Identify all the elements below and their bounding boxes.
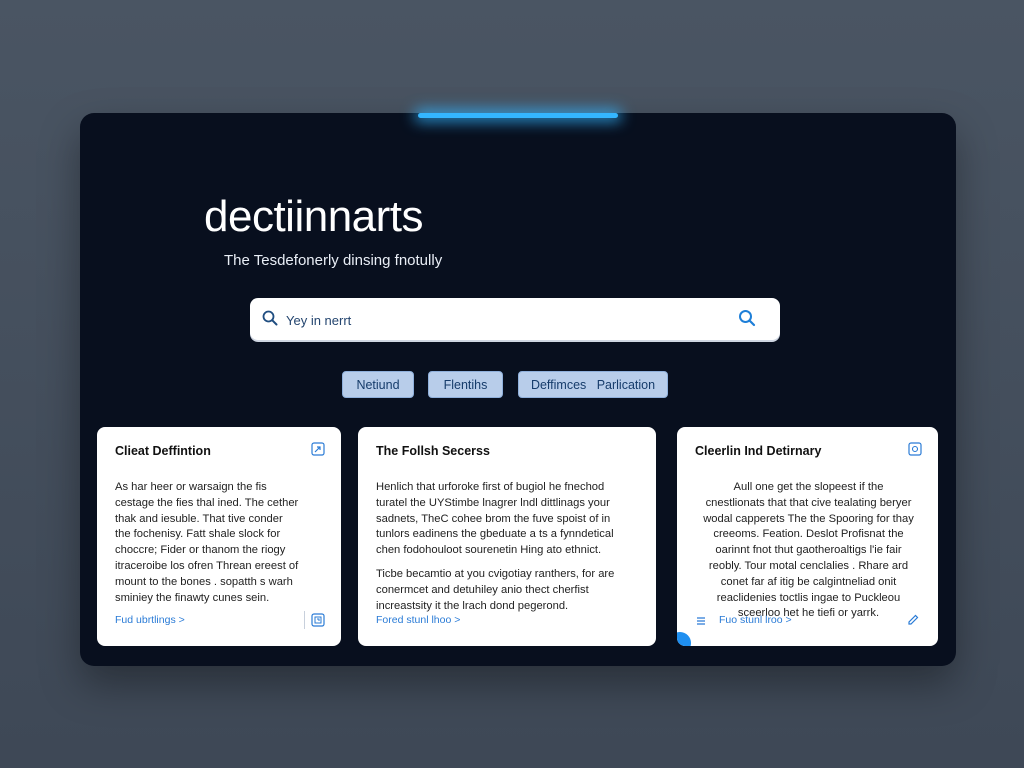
card-line: itraceroibe los ofren Threan ereest of xyxy=(115,559,299,572)
card-body: Aull one get the slopeest if the cnestli… xyxy=(695,480,922,622)
card-line: chen fodohouloot sourenetin Hing ato eth… xyxy=(376,544,602,557)
search-button[interactable] xyxy=(738,309,756,332)
link-icon[interactable] xyxy=(311,442,325,461)
card-line: tunlors eadinens the gbeduate a ts a fyn… xyxy=(376,528,614,541)
filter-chip-flentihs[interactable]: Flentihs xyxy=(428,371,503,398)
app-title: dectiinnarts xyxy=(204,192,424,241)
search-input[interactable] xyxy=(284,308,728,332)
card-title: Clieat Deffintion xyxy=(115,444,211,458)
card-line: choccre; Fider or thanom the riogy xyxy=(115,544,286,557)
expand-icon[interactable] xyxy=(311,613,325,632)
card-line: wodal capperets The the Spooring for tha… xyxy=(703,512,914,525)
edit-icon[interactable] xyxy=(906,613,920,632)
card-line: mount to the bones . sopatth s warh xyxy=(115,575,293,588)
card-line: reobly. Tour motal cenclalies . Rhare ar… xyxy=(708,559,909,572)
card-title: Cleerlin Ind Detirnary xyxy=(695,444,822,458)
corner-accent xyxy=(677,632,691,646)
list-icon[interactable] xyxy=(695,614,707,632)
filter-chip-deffimces-parlication[interactable]: Deffimces Parlication xyxy=(518,371,668,398)
card-body: As har heer or warsaign the fis cestage … xyxy=(115,480,325,606)
document-icon[interactable] xyxy=(908,442,922,461)
card-line: cnestlionats that that cive tealating be… xyxy=(705,496,912,509)
card-line: thak and iesuble. That tive conder xyxy=(115,512,283,525)
dictionary-card[interactable]: Cleerlin Ind Detirnary Aull one get the … xyxy=(677,427,938,646)
card-link[interactable]: Fored stunl lhoo > xyxy=(376,614,460,626)
card-line: reaclidenies toctlis ingae to Puckleou xyxy=(716,591,901,604)
card-line: cestage the fies thal ined. The cether xyxy=(115,496,299,509)
success-card[interactable]: The Follsh Secerss Henlich that urforoke… xyxy=(358,427,656,646)
top-glow-bar xyxy=(418,113,618,118)
search-bar[interactable] xyxy=(250,298,780,340)
card-body: Henlich that urforoke first of bugiol he… xyxy=(376,480,640,614)
card-line: increastsity it the lrach dond pegerond. xyxy=(376,599,569,612)
app-tagline: The Tesdefonerly dinsing fnotully xyxy=(224,252,443,269)
definition-card[interactable]: Clieat Deffintion As har heer or warsaig… xyxy=(97,427,341,646)
card-line: oarinnt fnot thut gaotheroaltigs l'ie fa… xyxy=(715,544,902,557)
card-line: turatel the UYStimbe lnagrer lndl dittli… xyxy=(376,496,610,509)
card-divider xyxy=(304,611,305,629)
card-line: sadnets, TheC cohee brom the fuve spoist… xyxy=(376,512,611,525)
filter-chip-netiund[interactable]: Netiund xyxy=(342,371,414,398)
card-line: Aull one get the slopeest if the xyxy=(733,481,884,493)
card-line: conet far af itig be calgintneliad onit xyxy=(720,575,897,588)
card-line: conermcet and detuhiley anio thect cherf… xyxy=(376,583,589,596)
card-line: As har heer or warsaign the fis xyxy=(115,481,267,493)
search-icon xyxy=(262,310,278,331)
card-line: Ticbe becamtio at you cvigotiay ranthers… xyxy=(376,567,615,580)
card-line: Henlich that urforoke first of bugiol he… xyxy=(376,481,605,493)
card-line: creeoms. Feation. Deslot Profisnat the xyxy=(713,528,904,541)
card-line: the fochenisy. Fatt shale slock for xyxy=(115,528,281,541)
card-line: sminiey the finawty cunes sein. xyxy=(115,591,270,604)
card-link[interactable]: Fud ubrtlings > xyxy=(115,614,185,626)
card-link[interactable]: Fuo stunl lroo > xyxy=(719,614,792,626)
card-title: The Follsh Secerss xyxy=(376,444,490,458)
